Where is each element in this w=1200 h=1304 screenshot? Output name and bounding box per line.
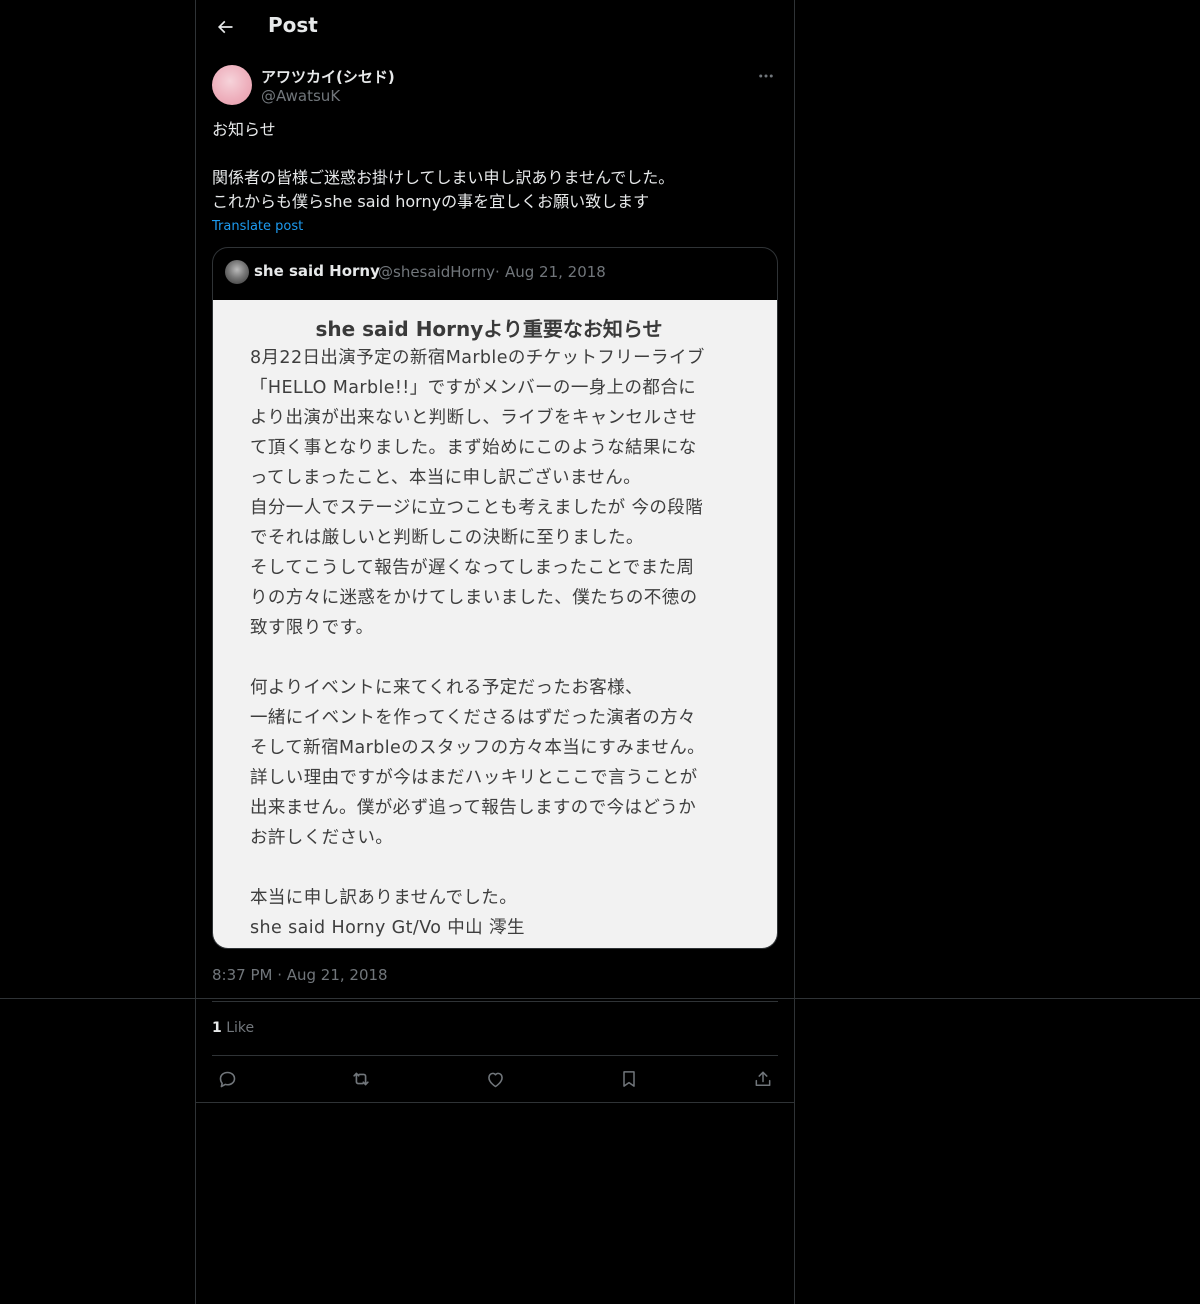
post-text: お知らせ 関係者の皆様ご迷惑お掛けしてしまい申し訳ありませんでした。 これからも… (212, 118, 778, 214)
author-display-name[interactable]: アワツカイ(シセド) (261, 66, 395, 87)
notice-line: 出来ません。僕が必ず追って報告しますので今はどうか (250, 798, 697, 818)
separator-dot: · (495, 263, 500, 281)
notice-line: 一緒にイベントを作ってくださるはずだった演者の方々 (250, 708, 696, 728)
quoted-author-name[interactable]: she said Horny (254, 262, 380, 280)
repost-button[interactable] (348, 1066, 374, 1092)
divider (196, 1102, 794, 1103)
quoted-post-image[interactable]: she said Hornyより重要なお知らせ 8月22日出演予定の新宿Marb… (213, 300, 777, 948)
notice-line: ってしまったこと、本当に申し訳ございません。 (250, 468, 641, 488)
more-horizontal-icon (759, 74, 773, 78)
quoted-post-header: she said Horny @shesaidHorny · Aug 21, 2… (225, 260, 765, 286)
post-text-line (212, 142, 778, 166)
reply-button[interactable] (214, 1066, 240, 1092)
quoted-post[interactable]: she said Horny @shesaidHorny · Aug 21, 2… (212, 247, 778, 949)
post-text-line: これからも僕らshe said hornyの事を宜しくお願い致します (212, 192, 650, 211)
bookmark-icon (623, 1071, 635, 1087)
reply-icon (219, 1071, 235, 1087)
post-text-line: お知らせ (212, 120, 276, 139)
notice-line: 本当に申し訳ありませんでした。 (250, 888, 518, 908)
notice-body: 8月22日出演予定の新宿Marbleのチケットフリーライブ 「HELLO Mar… (250, 343, 750, 943)
arrow-left-icon (217, 20, 233, 34)
divider (212, 1055, 778, 1056)
notice-line: でそれは厳しいと判断しこの決断に至りました。 (250, 528, 644, 548)
post-timestamp[interactable]: 8:37 PM · Aug 21, 2018 (212, 966, 388, 984)
notice-title: she said Hornyより重要なお知らせ (315, 317, 663, 341)
notice-line: りの方々に迷惑をかけてしまいました、僕たちの不徳の (250, 588, 698, 608)
notice-line: 何よりイベントに来てくれる予定だったお客様、 (250, 678, 643, 698)
like-count-value: 1 (212, 1020, 222, 1036)
action-bar (212, 1064, 778, 1094)
notice-line: 「HELLO Marble!!」ですがメンバーの一身上の都合に (250, 378, 697, 398)
like-button[interactable] (482, 1066, 508, 1092)
notice-line: she said Horny Gt/Vo 中山 澪生 (250, 918, 525, 938)
author-handle[interactable]: @AwatsuK (261, 87, 340, 105)
notice-line: て頂く事となりました。まず始めにこのような結果にな (250, 438, 697, 458)
notice-line: 8月22日出演予定の新宿Marbleのチケットフリーライブ (250, 348, 705, 368)
notice-line: より出演が出来ないと判断し、ライブをキャンセルさせ (250, 408, 698, 428)
bookmark-button[interactable] (616, 1066, 642, 1092)
back-button[interactable] (210, 12, 240, 42)
notice-line: 自分一人でステージに立つことも考えましたが 今の段階 (250, 498, 704, 518)
more-options-button[interactable] (754, 64, 778, 88)
heart-icon (487, 1072, 503, 1087)
repost-icon (353, 1072, 369, 1086)
like-count[interactable]: 1 Like (212, 1020, 254, 1036)
translate-post-link[interactable]: Translate post (212, 219, 303, 234)
notice-line (250, 853, 750, 883)
share-icon (755, 1071, 771, 1086)
like-count-label: Like (226, 1020, 255, 1036)
avatar[interactable] (212, 65, 252, 105)
notice-line: そしてこうして報告が遅くなってしまったことでまた周 (250, 558, 695, 578)
notice-line: そして新宿Marbleのスタッフの方々本当にすみません。 (250, 738, 706, 758)
post-author: アワツカイ(シセド) @AwatsuK (212, 64, 778, 108)
post-text-line: 関係者の皆様ご迷惑お掛けしてしまい申し訳ありませんでした。 (212, 168, 675, 187)
page-title: Post (268, 13, 318, 37)
page-header: Post (196, 0, 794, 54)
quoted-post-date[interactable]: Aug 21, 2018 (505, 263, 606, 281)
quoted-author-handle[interactable]: @shesaidHorny (378, 263, 495, 281)
notice-line: お許しください。 (250, 828, 394, 848)
notice-line: 詳しい理由ですが今はまだハッキリとここで言うことが (250, 768, 698, 788)
share-button[interactable] (750, 1066, 776, 1092)
notice-line: 致す限りです。 (250, 618, 374, 638)
notice-line (250, 643, 750, 673)
quoted-avatar[interactable] (225, 260, 249, 284)
primary-column: Post アワツカイ(シセド) @AwatsuK お知らせ 関係者の皆様ご迷惑お… (195, 0, 795, 1304)
divider (212, 1001, 778, 1002)
